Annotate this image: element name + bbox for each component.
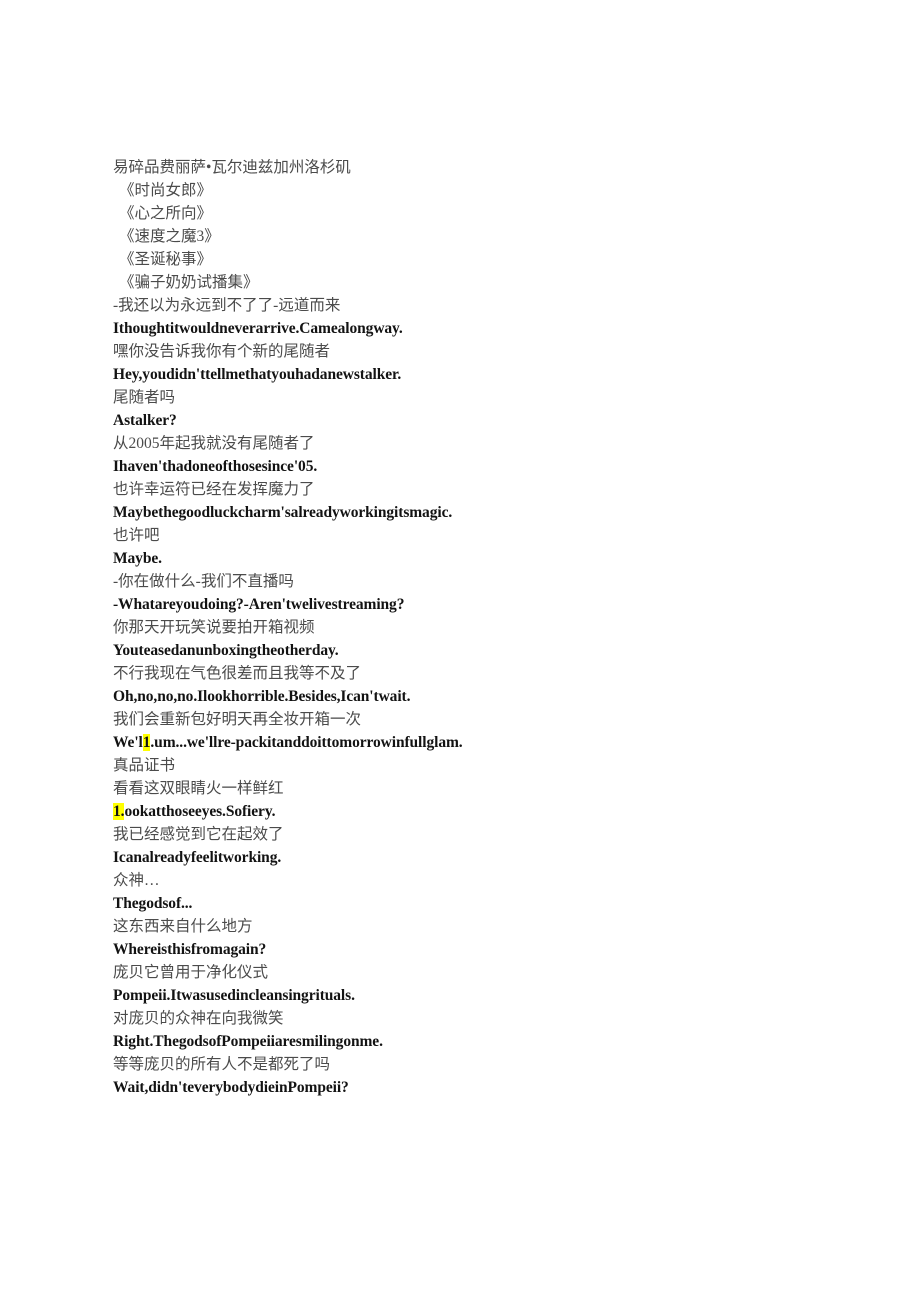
transcript-text: ookatthoseeyes.Sofiery. — [124, 803, 276, 820]
transcript-text: Maybethegoodluckcharm'salreadyworkingits… — [113, 504, 453, 521]
transcript-line: 《速度之魔3》 — [113, 225, 873, 248]
transcript-text: 从2005年起我就没有尾随者了 — [113, 435, 315, 452]
transcript-text: 庞贝它曾用于净化仪式 — [113, 964, 269, 981]
transcript-text: Pompeii.Itwasusedincleansingrituals. — [113, 987, 355, 1004]
transcript-line: -Whatareyoudoing?-Aren'twelivestreaming? — [113, 593, 873, 616]
transcript-text: 《骗子奶奶试播集》 — [119, 274, 259, 291]
transcript-text: 《圣诞秘事》 — [119, 251, 213, 268]
transcript-line: Oh,no,no,no.Ilookhorrible.Besides,Ican't… — [113, 685, 873, 708]
transcript-text: Icanalreadyfeelitworking. — [113, 849, 282, 866]
transcript-text: Hey,youdidn'ttellmethatyouhadanewstalker… — [113, 366, 402, 383]
transcript-line: 《骗子奶奶试播集》 — [113, 271, 873, 294]
transcript-line: 你那天开玩笑说要拍开箱视频 — [113, 616, 873, 639]
transcript-text: Youteasedanunboxingtheotherday. — [113, 642, 339, 659]
transcript-line: 尾随者吗 — [113, 386, 873, 409]
transcript-text: Ihaven'thadoneofthosesince'05. — [113, 458, 318, 475]
transcript-line: 庞贝它曾用于净化仪式 — [113, 961, 873, 984]
transcript-text: 也许吧 — [113, 527, 160, 544]
transcript-line: 真品证书 — [113, 754, 873, 777]
transcript-text: -Whatareyoudoing?-Aren'twelivestreaming? — [113, 596, 405, 613]
transcript-line: 也许吧 — [113, 524, 873, 547]
transcript-text: Right.ThegodsofPompeiiaresmilingonme. — [113, 1033, 383, 1050]
transcript-text: 我已经感觉到它在起效了 — [113, 826, 284, 843]
transcript-text: 我们会重新包好明天再全妆开箱一次 — [113, 711, 362, 728]
transcript-text: 真品证书 — [113, 757, 176, 774]
transcript-text: Ithoughtitwouldneverarrive.Camealongway. — [113, 320, 403, 337]
transcript-line: Pompeii.Itwasusedincleansingrituals. — [113, 984, 873, 1007]
transcript-line: Right.ThegodsofPompeiiaresmilingonme. — [113, 1030, 873, 1053]
transcript-text: 尾随者吗 — [113, 389, 176, 406]
transcript-line: Youteasedanunboxingtheotherday. — [113, 639, 873, 662]
highlighted-text: 1. — [113, 803, 125, 820]
transcript-line: Hey,youdidn'ttellmethatyouhadanewstalker… — [113, 363, 873, 386]
transcript-text: 《速度之魔3》 — [119, 228, 220, 245]
transcript-line: Maybethegoodluckcharm'salreadyworkingits… — [113, 501, 873, 524]
transcript-body: 易碎品费丽萨•瓦尔迪兹加州洛杉矶《时尚女郎》 《心之所向》 《速度之魔3》 《圣诞秘事… — [113, 156, 873, 1099]
transcript-line: Ithoughtitwouldneverarrive.Camealongway. — [113, 317, 873, 340]
transcript-text: Wait,didn'teverybodydieinPompeii? — [113, 1079, 349, 1096]
transcript-line: We'l1.um...we'llre-packitanddoittomorrow… — [113, 731, 873, 754]
transcript-line: -你在做什么-我们不直播吗 — [113, 570, 873, 593]
transcript-text: .um...we'llre-packitanddoittomorrowinful… — [150, 734, 463, 751]
transcript-text: 易碎品费丽萨•瓦尔迪兹加州洛杉矶 — [113, 159, 351, 176]
transcript-line: 《圣诞秘事》 — [113, 248, 873, 271]
transcript-line: 1.ookatthoseeyes.Sofiery. — [113, 800, 873, 823]
transcript-line: 看看这双眼睛火一样鲜红 — [113, 777, 873, 800]
transcript-line: 易碎品费丽萨•瓦尔迪兹加州洛杉矶 — [113, 156, 873, 179]
transcript-line: 从2005年起我就没有尾随者了 — [113, 432, 873, 455]
transcript-line: 不行我现在气色很差而且我等不及了 — [113, 662, 873, 685]
transcript-text: Thegodsof... — [113, 895, 193, 912]
transcript-text: 不行我现在气色很差而且我等不及了 — [113, 665, 362, 682]
transcript-line: Ihaven'thadoneofthosesince'05. — [113, 455, 873, 478]
transcript-line: 对庞贝的众神在向我微笑 — [113, 1007, 873, 1030]
transcript-text: -你在做什么-我们不直播吗 — [113, 573, 294, 590]
transcript-line: 嘿你没告诉我你有个新的尾随者 — [113, 340, 873, 363]
transcript-text: Whereisthisfromagain? — [113, 941, 267, 958]
transcript-text: 也许幸运符已经在发挥魔力了 — [113, 481, 315, 498]
transcript-line: Icanalreadyfeelitworking. — [113, 846, 873, 869]
transcript-text: 等等庞贝的所有人不是都死了吗 — [113, 1056, 331, 1073]
transcript-line: 这东西来自什么地方 — [113, 915, 873, 938]
transcript-text: 《时尚女郎》 — [119, 182, 213, 199]
transcript-text: Astalker? — [113, 412, 177, 429]
transcript-text: 这东西来自什么地方 — [113, 918, 253, 935]
transcript-line: 《心之所向》 — [113, 202, 873, 225]
transcript-line: 等等庞贝的所有人不是都死了吗 — [113, 1053, 873, 1076]
transcript-text: -我还以为永远到不了了-远道而来 — [113, 297, 341, 314]
transcript-line: 我已经感觉到它在起效了 — [113, 823, 873, 846]
transcript-line: Wait,didn'teverybodydieinPompeii? — [113, 1076, 873, 1099]
transcript-text: 对庞贝的众神在向我微笑 — [113, 1010, 284, 1027]
transcript-line: Maybe. — [113, 547, 873, 570]
transcript-text: 嘿你没告诉我你有个新的尾随者 — [113, 343, 331, 360]
transcript-line: -我还以为永远到不了了-远道而来 — [113, 294, 873, 317]
transcript-text: Oh,no,no,no.Ilookhorrible.Besides,Ican't… — [113, 688, 411, 705]
transcript-text: Maybe. — [113, 550, 162, 567]
transcript-line: 《时尚女郎》 — [113, 179, 873, 202]
transcript-text: We'l — [113, 734, 143, 751]
transcript-line: 我们会重新包好明天再全妆开箱一次 — [113, 708, 873, 731]
transcript-line: Astalker? — [113, 409, 873, 432]
transcript-text: 你那天开玩笑说要拍开箱视频 — [113, 619, 315, 636]
transcript-text: 众神… — [113, 872, 160, 889]
transcript-line: Thegodsof... — [113, 892, 873, 915]
transcript-line: 众神… — [113, 869, 873, 892]
transcript-line: Whereisthisfromagain? — [113, 938, 873, 961]
transcript-line: 也许幸运符已经在发挥魔力了 — [113, 478, 873, 501]
transcript-text: 看看这双眼睛火一样鲜红 — [113, 780, 284, 797]
transcript-text: 《心之所向》 — [119, 205, 213, 222]
